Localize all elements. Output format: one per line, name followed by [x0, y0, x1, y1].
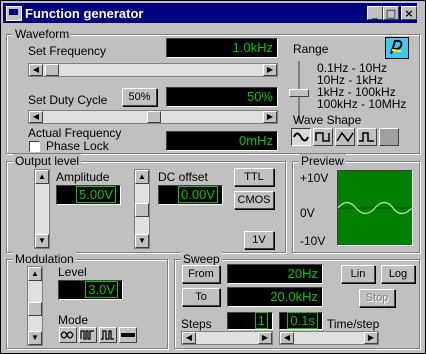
- waveform-group-title: Waveform: [13, 27, 72, 41]
- range-label: Range: [293, 42, 329, 56]
- sweep-to-display: 20.0kHz: [227, 287, 323, 307]
- scroll-up-icon[interactable]: ▲: [35, 170, 49, 184]
- preview-group-title: Preview: [299, 154, 346, 168]
- preview-mid-label: 0V: [300, 206, 315, 220]
- slider-thumb[interactable]: [147, 111, 161, 123]
- sweep-time-value: 0.1s: [287, 312, 318, 329]
- triangle-wave-button[interactable]: [335, 128, 355, 146]
- one-volt-button[interactable]: 1V: [244, 231, 274, 249]
- phase-lock-checkbox[interactable]: [29, 141, 40, 152]
- scroll-down-icon[interactable]: ▼: [135, 234, 149, 248]
- duty-slider[interactable]: ◀ ▶: [28, 110, 278, 124]
- dc-offset-value: 0.00V: [178, 186, 218, 203]
- lin-button[interactable]: Lin: [341, 265, 375, 283]
- am-mode-button[interactable]: [59, 327, 77, 343]
- cmos-button[interactable]: CMOS: [234, 191, 274, 209]
- scroll-left-icon[interactable]: ◀: [280, 332, 294, 344]
- scroll-right-icon[interactable]: ▶: [364, 332, 378, 344]
- phase-lock-label: Phase Lock: [46, 139, 109, 153]
- preview-top-label: +10V: [300, 171, 329, 185]
- scroll-left-icon[interactable]: ◀: [29, 64, 43, 76]
- scroll-down-icon[interactable]: ▼: [35, 234, 49, 248]
- app-icon: [6, 6, 22, 21]
- duty-display: 50%: [166, 87, 278, 107]
- frequency-slider[interactable]: ◀ ▶: [28, 63, 278, 77]
- function-generator-window: Function generator _ □ × Waveform Set Fr…: [0, 0, 426, 354]
- preview-bottom-label: -10V: [300, 234, 326, 248]
- range-thumb[interactable]: [289, 89, 309, 97]
- amplitude-label: Amplitude: [56, 170, 110, 184]
- modulation-level-slider[interactable]: ▲ ▼: [27, 266, 43, 346]
- modulation-level-label: Level: [58, 265, 87, 279]
- preview-scope: [337, 170, 413, 246]
- title-bar[interactable]: Function generator _ □ ×: [3, 3, 417, 23]
- amplitude-value: 5.00V: [76, 186, 116, 203]
- sweep-steps-value: 1: [254, 312, 268, 329]
- time-step-label: Time/step: [327, 317, 380, 331]
- duty-50-button[interactable]: 50%: [122, 88, 157, 106]
- frequency-display: 1.0kHz: [166, 38, 278, 58]
- actual-frequency-label: Actual Frequency: [28, 126, 122, 140]
- dc-offset-label: DC offset: [158, 170, 208, 184]
- sweep-to-button[interactable]: To: [182, 288, 220, 306]
- scroll-left-icon[interactable]: ◀: [29, 111, 43, 123]
- sweep-from-display: 20Hz: [227, 264, 323, 284]
- preview-waveform: [337, 201, 413, 215]
- actual-frequency-display: 0mHz: [166, 131, 278, 151]
- log-button[interactable]: Log: [381, 265, 415, 283]
- pm-mode-button[interactable]: [99, 327, 117, 343]
- sweep-from-button[interactable]: From: [182, 265, 220, 283]
- logo-icon: [385, 37, 409, 59]
- scroll-up-icon[interactable]: ▲: [135, 170, 149, 184]
- modulation-level-display: 3.0V: [58, 280, 123, 300]
- slider-thumb[interactable]: [45, 64, 59, 76]
- close-button[interactable]: ×: [401, 6, 417, 20]
- sweep-stop-button[interactable]: Stop: [359, 289, 395, 307]
- sweep-time-display: 0.1s: [279, 312, 323, 330]
- slider-thumb[interactable]: [135, 203, 149, 217]
- modulation-group-title: Modulation: [13, 252, 76, 266]
- sweep-steps-slider[interactable]: ◀ ▶: [181, 331, 273, 345]
- modulation-mode-label: Mode: [58, 313, 89, 327]
- scroll-down-icon[interactable]: ▼: [28, 331, 42, 345]
- sweep-steps-display: 1: [227, 312, 273, 330]
- wave-shape-label: Wave Shape: [293, 113, 362, 127]
- set-duty-cycle-label: Set Duty Cycle: [28, 93, 108, 107]
- amplitude-display: 5.00V: [56, 185, 121, 205]
- amplitude-slider[interactable]: ▲ ▼: [34, 169, 50, 249]
- scroll-right-icon[interactable]: ▶: [263, 111, 277, 123]
- scroll-up-icon[interactable]: ▲: [28, 267, 42, 281]
- square-wave-button[interactable]: [313, 128, 333, 146]
- sine-wave-button[interactable]: [291, 128, 311, 146]
- minimize-button[interactable]: _: [367, 6, 383, 20]
- sweep-time-slider[interactable]: ◀ ▶: [279, 331, 379, 345]
- maximize-button[interactable]: □: [383, 6, 399, 20]
- modulation-level-value: 3.0V: [85, 281, 118, 298]
- sweep-group-title: Sweep: [181, 252, 222, 266]
- dc-offset-display: 0.00V: [158, 185, 223, 205]
- output-level-group-title: Output level: [13, 154, 82, 168]
- set-frequency-label: Set Frequency: [28, 44, 107, 58]
- scroll-right-icon[interactable]: ▶: [258, 332, 272, 344]
- off-mode-button[interactable]: [119, 327, 137, 343]
- ttl-button[interactable]: TTL: [234, 168, 274, 186]
- scroll-left-icon[interactable]: ◀: [182, 332, 196, 344]
- fm-mode-button[interactable]: [79, 327, 97, 343]
- window-title: Function generator: [25, 6, 144, 21]
- slider-thumb[interactable]: [28, 302, 42, 316]
- pulse-wave-button[interactable]: [357, 128, 377, 146]
- dc-offset-slider[interactable]: ▲ ▼: [134, 169, 150, 249]
- custom-wave-button[interactable]: [379, 128, 399, 146]
- scroll-right-icon[interactable]: ▶: [263, 64, 277, 76]
- sweep-steps-label: Steps: [181, 317, 212, 331]
- range-option-4[interactable]: 100kHz - 10MHz: [317, 97, 406, 111]
